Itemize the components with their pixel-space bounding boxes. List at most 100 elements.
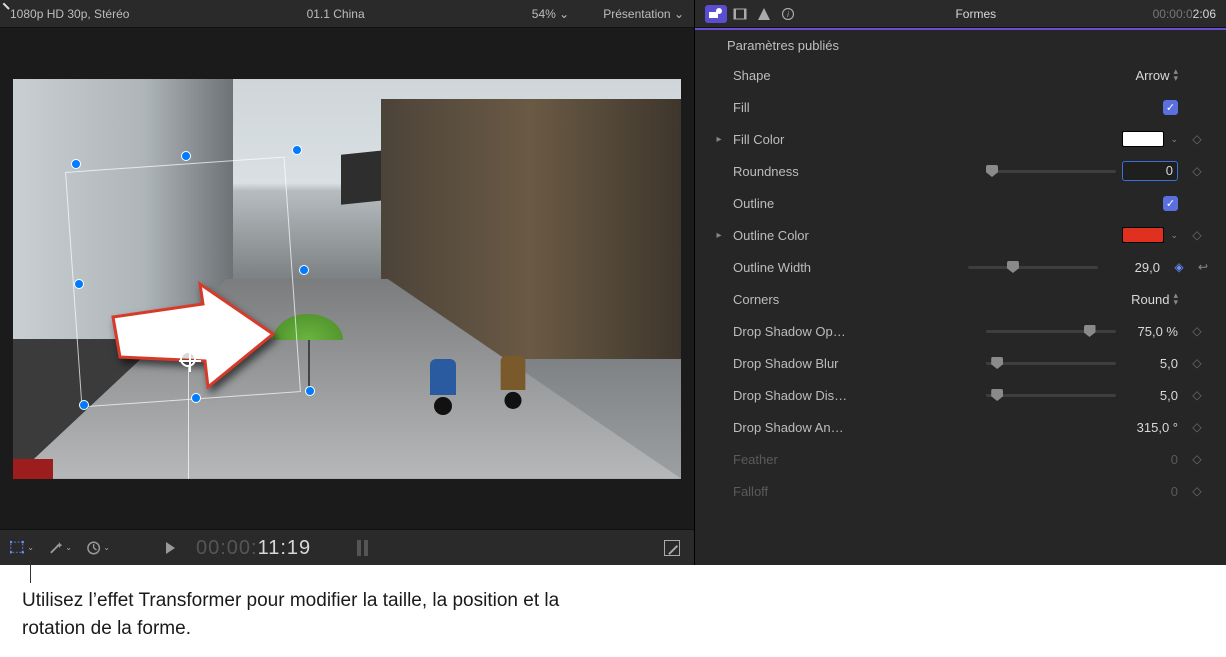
scene-rider [494,355,532,422]
scene-sign [13,459,53,479]
transform-handle[interactable] [191,393,201,403]
transform-anchor[interactable] [180,351,196,367]
chevron-down-icon[interactable]: ⌄ [1170,134,1178,145]
param-shape: Shape Arrow▴▾ [695,59,1226,91]
param-value[interactable]: 5,0 [1122,356,1178,371]
inspector-tab-film[interactable] [729,5,751,23]
zoom-value: 54% [532,7,556,21]
param-roundness: Roundness 0 ◇ [695,155,1226,187]
reset-button[interactable]: ↩ [1198,260,1208,274]
play-icon [166,542,175,554]
keyframe-button: ◇ [1186,452,1208,466]
outline-color-swatch[interactable] [1122,227,1164,243]
inspector-timecode: 00:00:02:06 [1153,7,1216,21]
param-value[interactable]: 29,0 [1104,260,1160,275]
scene-rider [423,359,463,429]
chevron-down-icon: ⌄ [65,543,72,552]
chevron-down-icon[interactable]: ⌄ [1170,230,1178,241]
keyframe-button[interactable]: ◇ [1186,164,1208,178]
param-label: Shape [733,68,883,83]
param-value[interactable]: 5,0 [1122,388,1178,403]
transform-handle[interactable] [74,279,84,289]
chevron-down-icon: ⌄ [559,7,569,21]
transform-handle[interactable] [181,151,191,161]
param-ds-angle: Drop Shadow An… 315,0 ° ◇ [695,411,1226,443]
transform-bbox[interactable] [65,156,301,407]
fullscreen-button[interactable] [660,538,684,558]
play-button[interactable] [158,538,182,558]
ds-blur-slider[interactable] [986,356,1116,370]
param-label: Fill Color [733,132,883,147]
inspector-tab-color[interactable] [753,5,775,23]
enhance-tool-button[interactable]: ⌄ [48,538,72,558]
format-label[interactable]: 1080p HD 30p, Stéréo [10,7,129,21]
viewer-timecode[interactable]: 00:00:11:19 [196,535,311,560]
caption-area: Utilisez l’effet Transformer pour modifi… [0,565,1226,642]
rotation-handle-line[interactable] [188,367,189,479]
param-feather: Feather 0 ◇ [695,443,1226,475]
inspector-tab-info[interactable]: i [777,5,799,23]
param-label: Drop Shadow Dis… [733,388,883,403]
keyframe-button: ◇ [1186,484,1208,498]
disclosure-icon[interactable]: ▸ [713,230,725,241]
inspector-title: Formes [807,7,1145,21]
roundness-field[interactable]: 0 [1122,161,1178,181]
param-ds-blur: Drop Shadow Blur 5,0 ◇ [695,347,1226,379]
parameter-list: Shape Arrow▴▾ Fill ✓ ▸ Fill Color ⌄ ◇ [695,59,1226,507]
outline-width-slider[interactable] [968,260,1098,274]
transform-tool-button[interactable]: ⌄ [10,538,34,558]
param-label: Falloff [733,484,883,499]
transform-handle[interactable] [79,400,89,410]
zoom-menu[interactable]: 54% ⌄ [532,7,569,21]
param-value[interactable]: 75,0 % [1122,324,1178,339]
inspector-tab-video[interactable] [705,5,727,23]
keyframe-button[interactable]: ◈ [1168,260,1190,274]
updown-icon: ▴▾ [1173,292,1178,306]
param-outline: Outline ✓ [695,187,1226,219]
transform-handle[interactable] [305,386,315,396]
transform-handle[interactable] [299,265,309,275]
disclosure-icon[interactable]: ▸ [713,134,725,145]
chevron-down-icon: ⌄ [674,7,684,21]
inspector-top-bar: i Formes 00:00:02:06 [695,0,1226,28]
param-label: Drop Shadow Blur [733,356,883,371]
viewer-area[interactable] [0,28,694,529]
viewer-top-bar: 1080p HD 30p, Stéréo 01.1 China 54% ⌄ Pr… [0,0,694,28]
param-value: 0 [1122,484,1178,499]
retime-tool-button[interactable]: ⌄ [86,538,110,558]
keyframe-button[interactable]: ◇ [1186,356,1208,370]
keyframe-button[interactable]: ◇ [1186,228,1208,242]
transform-handle[interactable] [292,145,302,155]
ds-opacity-slider[interactable] [986,324,1116,338]
outline-checkbox[interactable]: ✓ [1163,196,1178,211]
param-outline-width: Outline Width 29,0 ◈ ↩ [695,251,1226,283]
corners-popup[interactable]: Round ▴▾ [1113,292,1178,307]
fill-checkbox[interactable]: ✓ [1163,100,1178,115]
chevron-down-icon: ⌄ [27,543,34,552]
clip-name[interactable]: 01.1 China [307,7,365,21]
ds-distance-slider[interactable] [986,388,1116,402]
view-menu[interactable]: Présentation ⌄ [603,7,684,21]
fill-color-swatch[interactable] [1122,131,1164,147]
transform-handle[interactable] [71,159,81,169]
param-value: Round [1113,292,1169,307]
param-label: Fill [733,100,883,115]
keyframe-button[interactable]: ◇ [1186,324,1208,338]
inspector-section-label: Paramètres publiés [695,30,1226,59]
audio-meter-icon[interactable] [357,540,368,556]
param-value: 0 [1122,452,1178,467]
view-menu-label: Présentation [603,7,670,21]
shape-popup[interactable]: Arrow▴▾ [1113,68,1178,83]
inspector-tabs: i [705,5,799,23]
timecode-bright: 11:19 [258,537,312,559]
keyframe-button[interactable]: ◇ [1186,420,1208,434]
callout-line [30,559,31,583]
timecode-dim: 00:00: [196,537,258,559]
roundness-slider[interactable] [986,164,1116,178]
param-fill: Fill ✓ [695,91,1226,123]
keyframe-button[interactable]: ◇ [1186,388,1208,402]
param-outline-color: ▸ Outline Color ⌄ ◇ [695,219,1226,251]
keyframe-button[interactable]: ◇ [1186,132,1208,146]
param-value[interactable]: 315,0 ° [1122,420,1178,435]
viewer-canvas[interactable] [13,79,681,479]
